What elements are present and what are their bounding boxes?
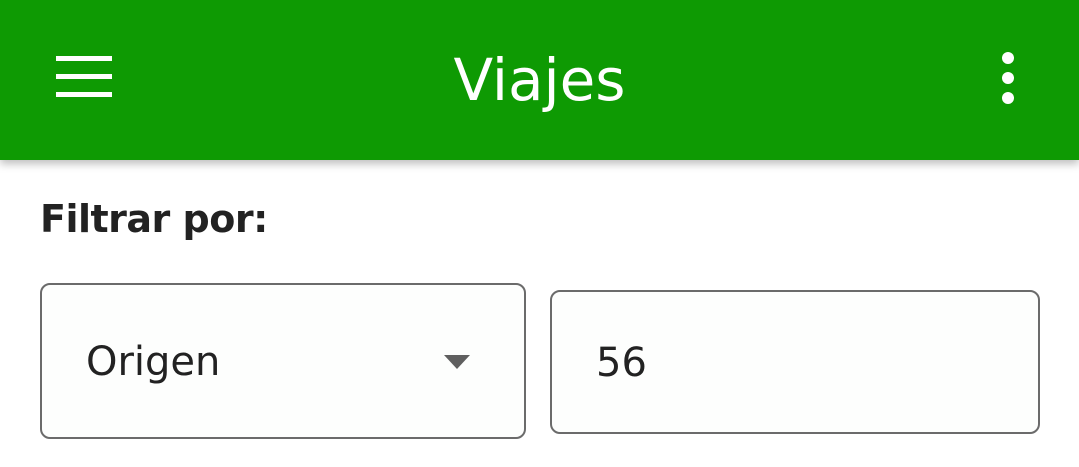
app-bar: Viajes bbox=[0, 0, 1079, 160]
dropdown-arrow-icon bbox=[444, 355, 470, 369]
more-vertical-icon bbox=[1002, 52, 1014, 104]
dropdown-selected-value: Origen bbox=[86, 339, 221, 385]
filter-value-input[interactable]: 56 bbox=[550, 290, 1040, 434]
filter-label: Filtrar por: bbox=[40, 197, 268, 241]
filter-value-text: 56 bbox=[596, 340, 647, 386]
more-options-button[interactable] bbox=[978, 40, 1038, 116]
filter-field-dropdown[interactable]: Origen bbox=[40, 283, 526, 439]
page-title: Viajes bbox=[453, 46, 626, 114]
app-screen: Viajes Filtrar por: Origen 56 bbox=[0, 0, 1079, 467]
